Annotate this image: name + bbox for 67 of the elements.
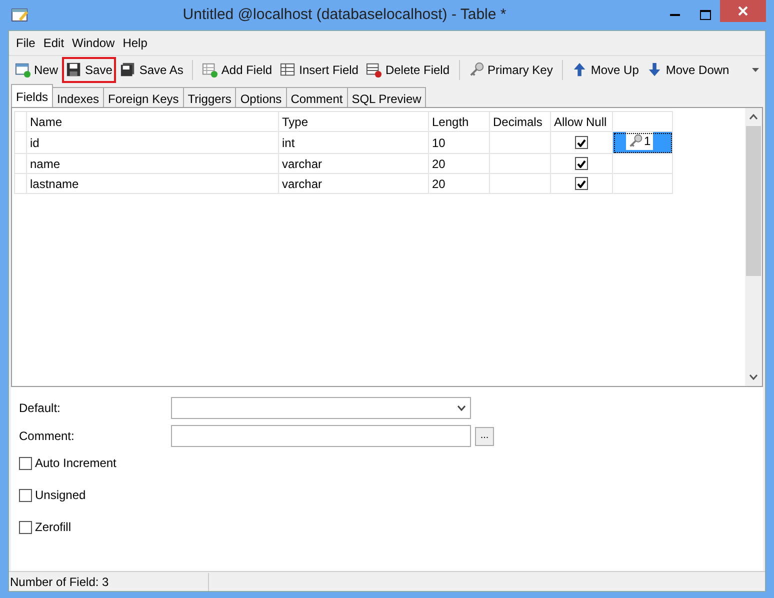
- checkbox-label: Zerofill: [35, 519, 72, 536]
- toolbar-button[interactable]: Move Down: [642, 56, 734, 82]
- menu-item[interactable]: File: [12, 34, 40, 52]
- scroll-up-icon[interactable]: [749, 114, 758, 120]
- floppy-disk-icon: [120, 62, 136, 78]
- tab[interactable]: Triggers: [182, 87, 236, 107]
- window-title: Untitled @localhost (databaselocalhost) - Table *: [182, 4, 508, 25]
- dropdown-icon: [457, 405, 466, 411]
- toolbar-button[interactable]: Save As: [116, 56, 188, 82]
- checkbox[interactable]: [575, 157, 588, 170]
- checkbox[interactable]: [575, 177, 588, 190]
- key-icon: [628, 134, 644, 148]
- toolbar-button[interactable]: Delete Field: [362, 56, 454, 82]
- table-cell: varchar: [278, 174, 428, 194]
- checkbox[interactable]: [19, 488, 32, 502]
- table-cell: 20: [428, 154, 490, 174]
- key-icon: [468, 62, 484, 78]
- toolbar-button[interactable]: Insert Field: [276, 56, 362, 82]
- close-icon: [738, 6, 748, 16]
- field-label: Default:: [19, 400, 62, 417]
- scrollbar[interactable]: [745, 108, 762, 386]
- checkbox[interactable]: [19, 456, 32, 470]
- close-button[interactable]: [720, 0, 766, 22]
- checkbox-label: Auto Increment: [35, 455, 116, 472]
- toolbar-button[interactable]: Move Up: [568, 56, 643, 82]
- tab[interactable]: SQL Preview: [346, 87, 426, 107]
- toolbar-button[interactable]: Save: [62, 56, 116, 82]
- up-arrow-icon: [572, 62, 588, 78]
- table-cell: int: [278, 132, 428, 154]
- toolbar-button[interactable]: New: [11, 56, 62, 82]
- field-label: Comment:: [19, 428, 76, 445]
- tab[interactable]: Foreign Keys: [103, 87, 184, 107]
- tab[interactable]: Options: [235, 87, 287, 107]
- column-header[interactable]: Decimals: [490, 112, 550, 132]
- checkbox[interactable]: [19, 520, 32, 534]
- grid-icon: [202, 62, 218, 78]
- menu-item[interactable]: Edit: [39, 34, 68, 52]
- table-cell: id: [26, 132, 278, 154]
- table-cell: 20: [428, 174, 490, 194]
- table-cell: name: [26, 154, 278, 174]
- grid-icon: [15, 62, 31, 78]
- toolbar-button[interactable]: Primary Key: [464, 56, 557, 82]
- tab[interactable]: Fields: [11, 84, 54, 107]
- column-header[interactable]: Allow Null: [550, 112, 612, 132]
- minimize-icon: [670, 14, 680, 16]
- checkbox-label: Unsigned: [35, 487, 86, 504]
- status-text: Number of Field: 3: [9, 572, 209, 590]
- toolbar-button[interactable]: Add Field: [198, 56, 276, 82]
- table-cell: varchar: [278, 154, 428, 174]
- browse-button[interactable]: ...: [475, 426, 494, 446]
- grid-icon: [280, 62, 296, 78]
- down-arrow-icon: [646, 62, 663, 78]
- scroll-down-icon[interactable]: [749, 374, 758, 380]
- app-icon: [11, 7, 29, 23]
- checkbox[interactable]: [575, 136, 588, 149]
- menu-item[interactable]: Help: [118, 34, 152, 52]
- column-header[interactable]: Length: [428, 112, 490, 132]
- key-number: 1: [644, 133, 651, 150]
- column-header[interactable]: Type: [278, 112, 428, 132]
- column-header[interactable]: Name: [26, 112, 278, 132]
- menu-item[interactable]: Window: [68, 34, 119, 52]
- maximize-icon: [700, 10, 710, 20]
- grid-icon: [366, 62, 382, 78]
- table-cell: 10: [428, 132, 490, 154]
- overflow-icon[interactable]: [752, 68, 759, 72]
- comment-field[interactable]: [171, 425, 471, 447]
- table-cell: lastname: [26, 174, 278, 194]
